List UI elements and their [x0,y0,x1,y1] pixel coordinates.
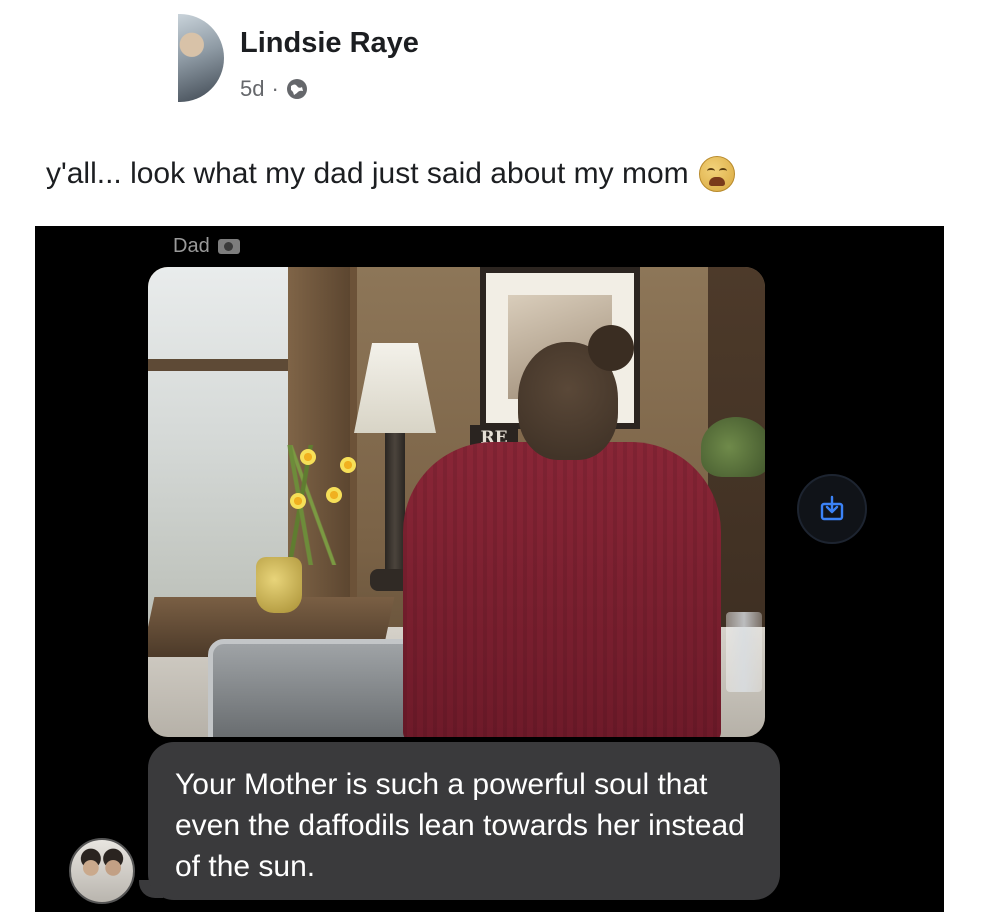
post-text: y'all... look what my dad just said abou… [46,156,735,192]
vase [256,557,302,613]
meta-separator: · [271,76,279,101]
sender-avatar[interactable] [69,838,135,904]
crying-face-icon [698,156,735,192]
save-to-device-button[interactable] [797,474,867,544]
daffodil [326,487,342,503]
sender-row: Dad [173,235,240,258]
sender-name: Dad [173,235,210,257]
message-bubble[interactable]: Your Mother is such a powerful soul that… [148,742,780,900]
globe-icon [286,78,308,100]
glass [726,612,762,692]
post-meta: 5d · [240,76,308,102]
message-photo[interactable]: RE [148,267,765,737]
daffodil [300,449,316,465]
hair-bun [588,325,634,371]
woman-sweater [403,442,721,737]
post-body: y'all... look what my dad just said abou… [46,157,689,190]
lamp [354,343,436,433]
author-avatar[interactable] [178,14,224,102]
post-time[interactable]: 5d [240,76,264,102]
message-text: Your Mother is such a powerful soul that… [175,768,745,883]
daffodil [340,457,356,473]
message-screenshot[interactable]: Dad RE Your Mother is such a powerful so… [35,226,944,912]
plant [701,417,765,477]
author-name[interactable]: Lindsie Raye [240,27,419,60]
daffodil [290,493,306,509]
camera-icon [217,239,240,254]
save-to-device-icon [820,495,844,521]
